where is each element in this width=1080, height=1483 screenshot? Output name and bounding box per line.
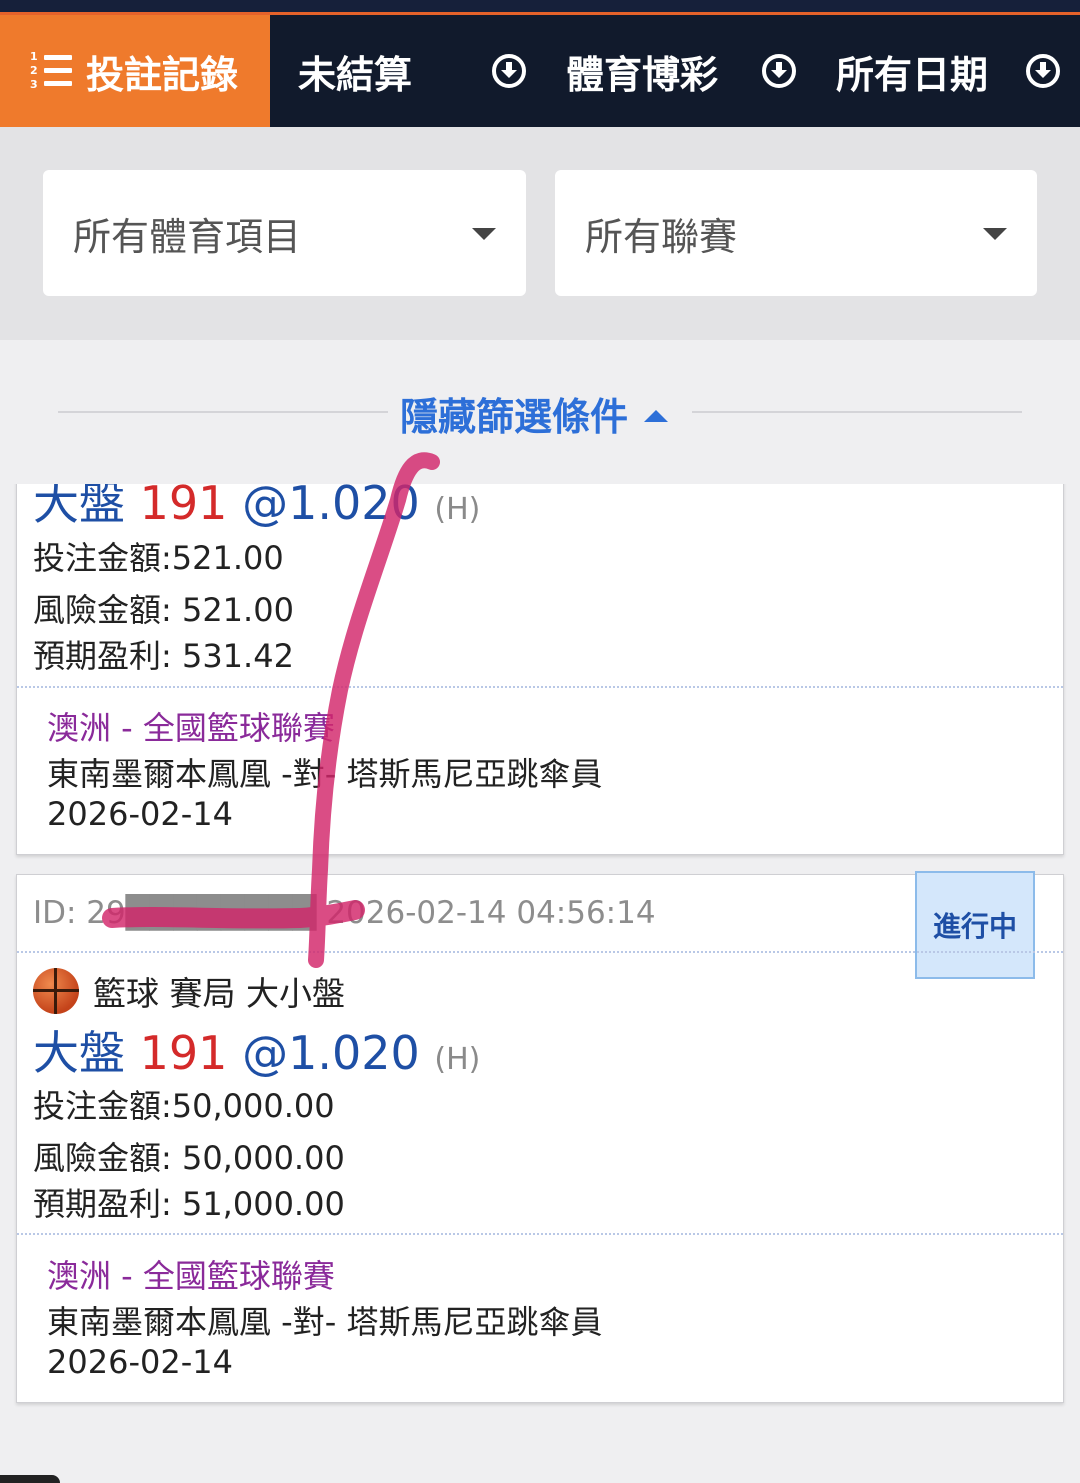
list-number: 2 [30, 64, 38, 77]
league-name: 澳洲 - 全國籃球聯賽 [47, 1257, 335, 1295]
bet-selection: 大盤 191 @1.020 (H) [33, 1026, 481, 1080]
sport-market: 籃球 賽局 大小盤 [33, 967, 345, 1015]
bet-list[interactable]: 大盤 191 @1.020 (H) 投注金額:521.00 風險金額: 521.… [0, 484, 1080, 1483]
dropdown-sports-betting-label: 體育博彩 [566, 52, 719, 97]
divider [58, 411, 388, 413]
match-name: 東南墨爾本鳳凰 -對- 塔斯馬尼亞跳傘員 [47, 1303, 603, 1341]
match-date: 2026-02-14 [47, 795, 233, 833]
expected-profit: 預期盈利: 51,000.00 [33, 1185, 345, 1223]
dropdown-all-dates-label: 所有日期 [836, 52, 989, 97]
top-nav: 1 2 3 投註記錄 未結算 體育博彩 所有日期 [0, 0, 1080, 127]
sport-market-label: 籃球 賽局 大小盤 [93, 974, 345, 1013]
circle-download-icon[interactable] [1026, 54, 1061, 88]
status-badge: 進行中 [915, 871, 1035, 979]
stake-amount: 投注金額:521.00 [33, 539, 284, 577]
window-corner [0, 1475, 60, 1483]
divider [692, 411, 1022, 413]
hide-filters-label: 隱藏篩選條件 [400, 395, 629, 439]
match-date: 2026-02-14 [47, 1343, 233, 1381]
risk-amount: 風險金額: 521.00 [33, 591, 294, 629]
league-select[interactable]: 所有聯賽 [555, 170, 1037, 296]
filter-toggle-row: 隱藏篩選條件 [0, 340, 1080, 484]
caret-down-icon [472, 228, 496, 240]
bet-selection: 大盤 191 @1.020 (H) [33, 484, 481, 530]
tab-unsettled[interactable]: 未結算 [298, 15, 412, 127]
expected-profit: 預期盈利: 531.42 [33, 637, 294, 675]
tab-bet-records-label: 投註記錄 [86, 52, 239, 97]
sport-select-value: 所有體育項目 [73, 214, 302, 259]
risk-amount: 風險金額: 50,000.00 [33, 1139, 345, 1177]
hide-filters-toggle[interactable]: 隱藏篩選條件 [400, 386, 669, 441]
caret-down-icon [983, 228, 1007, 240]
league-name: 澳洲 - 全國籃球聯賽 [47, 709, 335, 747]
sport-select[interactable]: 所有體育項目 [43, 170, 526, 296]
caret-up-icon [644, 409, 669, 422]
stake-amount: 投注金額:50,000.00 [33, 1087, 335, 1125]
list-number: 1 [30, 50, 38, 63]
match-name: 東南墨爾本鳳凰 -對- 塔斯馬尼亞跳傘員 [47, 755, 603, 793]
numbered-list-icon: 1 2 3 [30, 51, 72, 91]
bet-card[interactable]: 大盤 191 @1.020 (H) 投注金額:521.00 風險金額: 521.… [16, 484, 1064, 855]
basketball-icon [33, 968, 79, 1014]
filter-panel: 所有體育項目 所有聯賽 [0, 127, 1080, 340]
dropdown-sports-betting[interactable]: 體育博彩 [492, 15, 718, 127]
list-number: 3 [30, 78, 38, 91]
bet-id-timestamp: ID: 29████████ 2026-02-14 04:56:14 [33, 895, 656, 931]
tab-unsettled-label: 未結算 [298, 52, 413, 97]
league-select-value: 所有聯賽 [585, 214, 738, 259]
circle-download-icon [762, 54, 796, 88]
bet-card[interactable]: ID: 29████████ 2026-02-14 04:56:14 進行中 籃… [16, 871, 1064, 1403]
circle-download-icon [492, 54, 526, 88]
tab-bet-records[interactable]: 1 2 3 投註記錄 [0, 15, 270, 127]
dropdown-all-dates[interactable]: 所有日期 [762, 15, 1061, 127]
